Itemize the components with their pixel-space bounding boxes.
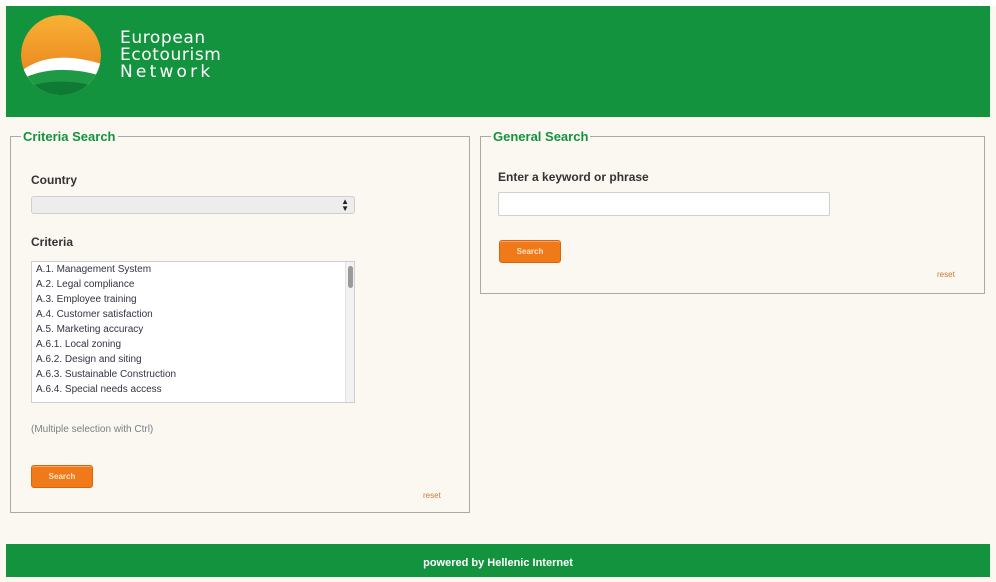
criteria-option[interactable]: A.1. Management System — [32, 262, 354, 277]
criteria-search-legend: Criteria Search — [23, 129, 116, 144]
country-select[interactable]: ▲ ▼ — [31, 196, 355, 214]
brand-wordmark: European Ecotourism Network — [120, 30, 221, 81]
listbox-scroll-thumb[interactable] — [348, 266, 353, 288]
criteria-search-button[interactable]: Search — [31, 465, 93, 488]
criteria-label: Criteria — [31, 235, 74, 249]
criteria-listbox[interactable]: A.1. Management System A.2. Legal compli… — [31, 261, 355, 403]
criteria-option[interactable]: A.6.2. Design and siting — [32, 352, 354, 367]
footer-credit[interactable]: powered by Hellenic Internet — [423, 557, 573, 569]
country-label: Country — [31, 173, 77, 187]
listbox-scrollbar[interactable] — [345, 262, 354, 402]
multiple-selection-hint: (Multiple selection with Ctrl) — [31, 424, 154, 435]
keyword-label: Enter a keyword or phrase — [498, 170, 649, 184]
select-arrows-icon: ▲ ▼ — [341, 197, 349, 213]
criteria-search-panel: Criteria Search Country ▲ ▼ Criteria A.1.… — [10, 129, 470, 513]
criteria-option[interactable]: A.6.1. Local zoning — [32, 337, 354, 352]
criteria-option[interactable]: A.4. Customer satisfaction — [32, 307, 354, 322]
site-header: European Ecotourism Network — [6, 6, 990, 117]
criteria-option[interactable]: A.6.3. Sustainable Construction — [32, 367, 354, 382]
criteria-option[interactable]: A.3. Employee training — [32, 292, 354, 307]
keyword-input[interactable] — [498, 192, 830, 216]
brand-line-3: Network — [120, 62, 214, 82]
sun-logo-icon — [21, 15, 101, 95]
criteria-option[interactable]: A.2. Legal compliance — [32, 277, 354, 292]
general-search-legend: General Search — [493, 129, 589, 144]
criteria-option[interactable]: A.6.4. Special needs access — [32, 382, 354, 397]
main-content: Criteria Search Country ▲ ▼ Criteria A.1.… — [6, 117, 990, 544]
general-reset-link[interactable]: reset — [937, 270, 955, 279]
criteria-option[interactable]: A.5. Marketing accuracy — [32, 322, 354, 337]
general-search-button[interactable]: Search — [499, 240, 561, 263]
general-search-panel: General Search Enter a keyword or phrase… — [480, 129, 985, 294]
criteria-reset-link[interactable]: reset — [423, 491, 441, 500]
site-footer: powered by Hellenic Internet — [6, 544, 990, 577]
